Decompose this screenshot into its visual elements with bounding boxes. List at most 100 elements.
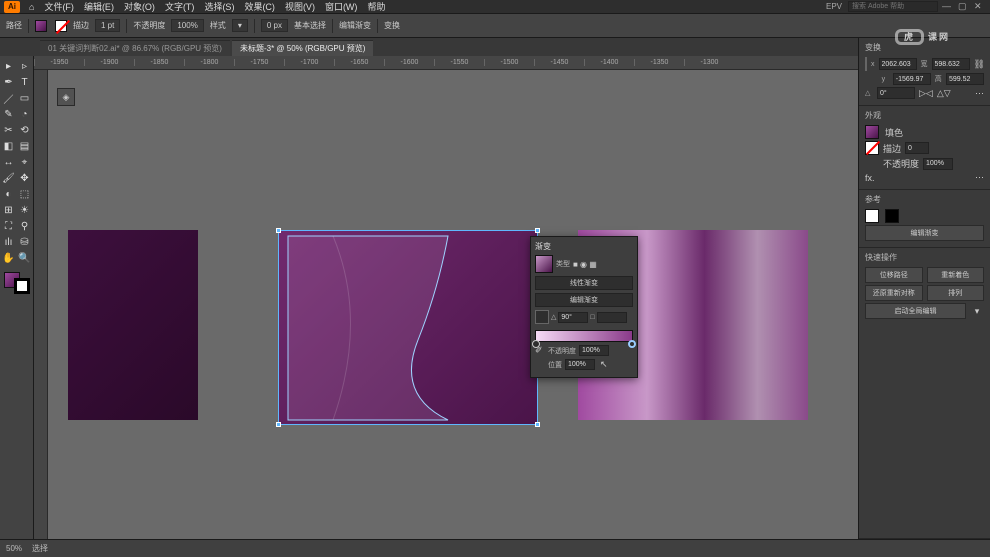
artboard-2-selected[interactable] [278, 230, 538, 425]
rotate-tool[interactable]: ⟲ [17, 122, 33, 138]
opt-style-dropdown[interactable]: ▾ [232, 19, 248, 32]
handle-tr[interactable] [535, 228, 540, 233]
menu-object[interactable]: 对象(O) [119, 0, 160, 13]
gradient-panel[interactable]: 渐变 类型 ■ ◉ ▦ 线性渐变 编辑渐变 △ □ ✐ 不透明度 位置 ↖ [530, 236, 638, 378]
gradient-preview-swatch[interactable] [535, 255, 553, 273]
x-input[interactable] [879, 58, 917, 70]
opt-pt-value[interactable]: 0 px [261, 19, 288, 32]
menu-view[interactable]: 视图(V) [280, 0, 320, 13]
hand-tool[interactable]: ✋ [1, 250, 17, 266]
mesh-tool[interactable]: ✥ [17, 170, 33, 186]
ruler-vertical [34, 70, 48, 539]
angle-input[interactable] [877, 87, 915, 99]
qa-recolor[interactable]: 重新着色 [927, 267, 985, 283]
floating-layer-icon[interactable]: ◈ [57, 88, 75, 106]
opt-fill-swatch[interactable] [35, 20, 47, 32]
canvas[interactable] [48, 70, 858, 539]
gradient-tool[interactable]: ◐ [1, 186, 17, 202]
search-input[interactable] [848, 1, 938, 12]
flip-v-icon[interactable]: △▽ [937, 88, 951, 99]
perspective-tool[interactable]: 🖌 [1, 170, 17, 186]
opt-stroke-weight[interactable]: 1 pt [95, 19, 120, 32]
menu-file[interactable]: 文件(F) [39, 0, 79, 13]
column-graph-tool[interactable]: ılı [1, 234, 17, 250]
rectangle-tool[interactable]: ▭ [17, 90, 33, 106]
paintbrush-tool[interactable]: ✎ [1, 106, 17, 122]
workspace-switcher[interactable]: EPV [826, 2, 842, 11]
pen-tool[interactable]: ✒ [1, 74, 17, 90]
direct-selection-tool[interactable]: ▹ [17, 58, 33, 74]
print-tiling-tool[interactable]: ⛁ [17, 234, 33, 250]
home-icon[interactable]: ⌂ [24, 2, 39, 12]
opt-opacity-value[interactable]: 100% [171, 19, 203, 32]
artboard-tool[interactable]: ⛶ [1, 218, 17, 234]
handle-tl[interactable] [276, 228, 281, 233]
w-input[interactable] [932, 58, 970, 70]
selection-tool[interactable]: ▸ [1, 58, 17, 74]
shaper-tool[interactable]: ◔ [17, 106, 33, 122]
gradient-stop-2[interactable] [628, 340, 636, 348]
qa-undo-mirror[interactable]: 还原重新对称 [865, 285, 923, 301]
fx-label[interactable]: fx. [865, 173, 875, 183]
swatch-black[interactable] [885, 209, 899, 223]
opt-stroke-swatch[interactable] [55, 20, 67, 32]
menu-type[interactable]: 文字(T) [160, 0, 200, 13]
menu-edit[interactable]: 编辑(E) [79, 0, 119, 13]
width-tool[interactable]: ▤ [17, 138, 33, 154]
ref-point-icon[interactable] [865, 57, 867, 71]
scale-tool[interactable]: ◧ [1, 138, 17, 154]
menu-select[interactable]: 选择(S) [199, 0, 239, 13]
tab-doc-1[interactable]: 01 关键词判断02.ai* @ 86.67% (RGB/GPU 预览) [40, 40, 230, 56]
stroke-weight-input[interactable] [905, 142, 929, 154]
fill-swatch[interactable] [865, 125, 879, 139]
line-tool[interactable]: ／ [1, 90, 17, 106]
more-options-icon[interactable]: ⋯ [975, 88, 984, 99]
opt-gradient-label[interactable]: 编辑渐变 [339, 20, 371, 31]
menu-window[interactable]: 窗口(W) [320, 0, 363, 13]
flip-h-icon[interactable]: ▷◁ [919, 88, 933, 99]
maximize-icon[interactable]: ▢ [958, 1, 970, 13]
gradient-angle-input[interactable] [558, 312, 588, 323]
more-options-icon[interactable]: ⋯ [975, 172, 984, 183]
minimize-icon[interactable]: — [942, 1, 954, 13]
opt-transform-label[interactable]: 变换 [384, 20, 400, 31]
blend-tool[interactable]: ⊞ [1, 202, 17, 218]
zoom-level[interactable]: 50% [6, 544, 22, 553]
gradient-location-input[interactable] [565, 359, 595, 370]
stroke-swatch[interactable] [865, 141, 879, 155]
eyedropper-tool[interactable]: ⬚ [17, 186, 33, 202]
handle-br[interactable] [535, 422, 540, 427]
edit-gradient-button[interactable]: 编辑渐变 [865, 225, 984, 241]
link-icon[interactable]: ⛓ [974, 59, 985, 70]
edit-gradient-button[interactable]: 编辑渐变 [535, 293, 633, 307]
gradient-stop-1[interactable] [532, 340, 540, 348]
swatch-white[interactable] [865, 209, 879, 223]
slice-tool[interactable]: ⚲ [17, 218, 33, 234]
shape-builder-tool[interactable]: ⌖ [17, 154, 33, 170]
h-input[interactable] [946, 73, 984, 85]
menu-effect[interactable]: 效果(C) [239, 0, 280, 13]
handle-bl[interactable] [276, 422, 281, 427]
menu-help[interactable]: 帮助 [362, 0, 390, 13]
y-input[interactable] [893, 73, 931, 85]
qa-arrange[interactable]: 排列 [927, 285, 985, 301]
symbol-tool[interactable]: ☀ [17, 202, 33, 218]
qa-global-edit[interactable]: 启动全局编辑 [865, 303, 966, 319]
opacity-input[interactable] [923, 158, 953, 170]
close-icon[interactable]: ✕ [974, 1, 986, 13]
tab-doc-2[interactable]: 未标题-3* @ 50% (RGB/GPU 预览) [232, 40, 373, 56]
gradient-slider[interactable] [535, 330, 633, 342]
qa-offset-path[interactable]: 位移路径 [865, 267, 923, 283]
cursor-icon: ↖ [600, 359, 608, 370]
artboard-1[interactable] [68, 230, 198, 420]
stroke-gradient-icon[interactable] [535, 310, 549, 324]
gradient-aspect-input[interactable] [597, 312, 627, 323]
type-tool[interactable]: T [17, 74, 33, 90]
fill-stroke-swatch[interactable] [4, 272, 30, 294]
free-transform-tool[interactable]: ↔ [1, 154, 17, 170]
gradient-type-value[interactable]: 线性渐变 [535, 276, 633, 290]
eraser-tool[interactable]: ✂ [1, 122, 17, 138]
zoom-tool[interactable]: 🔍 [17, 250, 33, 266]
gradient-opacity-input[interactable] [579, 345, 609, 356]
expand-icon[interactable]: ▾ [970, 306, 984, 317]
